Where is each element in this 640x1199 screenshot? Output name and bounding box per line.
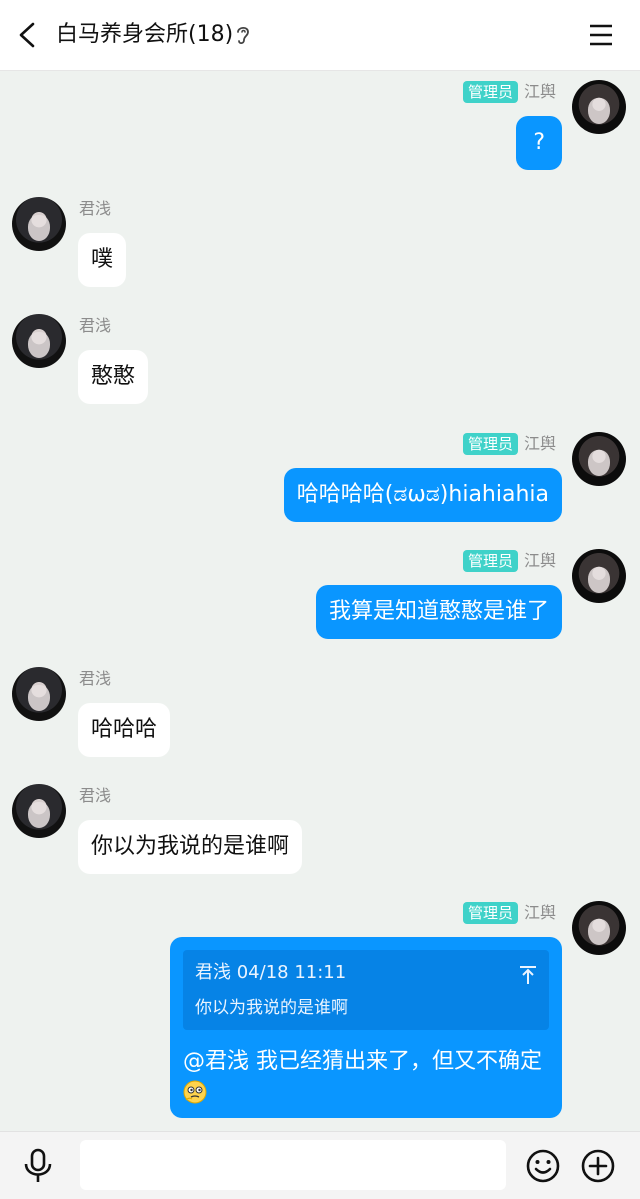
- sender-name: 君浅: [79, 669, 112, 688]
- avatar[interactable]: [12, 667, 66, 721]
- sender-name: 君浅: [79, 199, 112, 218]
- avatar[interactable]: [572, 80, 626, 134]
- sender-name: 江舆: [523, 903, 556, 922]
- message-bubble[interactable]: ?: [516, 116, 562, 170]
- reply-text: @君浅 我已经猜出来了，但又不确定: [183, 1049, 542, 1074]
- avatar[interactable]: [572, 549, 626, 603]
- back-arrow-icon[interactable]: [14, 21, 42, 49]
- quoted-message[interactable]: 君浅 04/18 11:11 你以为我说的是谁啊: [183, 950, 549, 1030]
- message-bubble[interactable]: 憨憨: [78, 350, 149, 404]
- avatar[interactable]: [572, 901, 626, 955]
- quote-header: 君浅 04/18 11:11: [195, 962, 347, 983]
- menu-icon[interactable]: [588, 22, 614, 48]
- sender-name: 江舆: [523, 551, 556, 570]
- quote-text: 你以为我说的是谁啊: [195, 998, 348, 1018]
- thinking-face-icon: [183, 1080, 207, 1104]
- chat-title: 白马养身会所(18): [56, 22, 234, 47]
- message-bubble[interactable]: 你以为我说的是谁啊: [78, 820, 303, 874]
- input-bar: [0, 1131, 640, 1199]
- avatar[interactable]: [572, 432, 626, 486]
- sender-name: 君浅: [79, 316, 112, 335]
- jump-to-quote-icon[interactable]: [517, 964, 539, 986]
- sender-name: 君浅: [79, 786, 112, 805]
- admin-badge: 管理员: [462, 902, 518, 924]
- message-bubble[interactable]: 我算是知道憨憨是谁了: [315, 585, 562, 639]
- message-bubble[interactable]: 哈哈哈: [78, 703, 171, 757]
- sender-name: 江舆: [523, 82, 556, 101]
- message-bubble[interactable]: 哈哈哈哈(ಡωಡ)hiahiahia: [283, 468, 562, 522]
- avatar[interactable]: [12, 784, 66, 838]
- smile-icon[interactable]: [525, 1148, 561, 1184]
- chat-header: 白马养身会所(18): [0, 0, 640, 71]
- ear-icon[interactable]: [234, 24, 252, 46]
- avatar[interactable]: [12, 314, 66, 368]
- reply-message-bubble[interactable]: 君浅 04/18 11:11 你以为我说的是谁啊 @君浅 我已经猜出来了，但又不…: [170, 937, 562, 1118]
- message-bubble[interactable]: 噗: [78, 233, 127, 287]
- admin-badge: 管理员: [462, 550, 518, 572]
- microphone-icon[interactable]: [22, 1148, 54, 1184]
- admin-badge: 管理员: [462, 433, 518, 455]
- message-input[interactable]: [80, 1140, 506, 1190]
- message-list[interactable]: 管理员 江舆 ? 君浅 噗 君浅 憨憨 管理员 江舆 哈哈哈哈(ಡωಡ)hiah…: [0, 71, 640, 1131]
- sender-name: 江舆: [523, 434, 556, 453]
- avatar[interactable]: [12, 197, 66, 251]
- plus-circle-icon[interactable]: [580, 1148, 616, 1184]
- admin-badge: 管理员: [462, 81, 518, 103]
